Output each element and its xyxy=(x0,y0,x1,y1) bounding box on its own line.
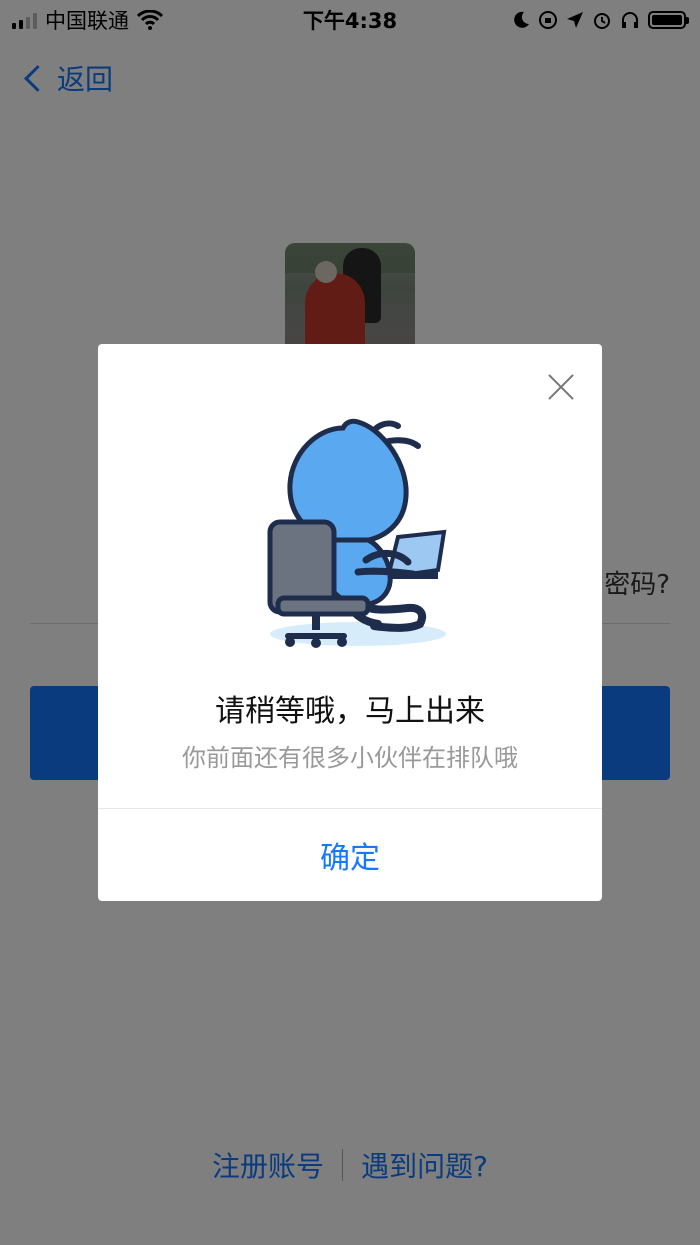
close-icon[interactable] xyxy=(546,372,576,402)
dialog-title: 请稍等哦，马上出来 xyxy=(215,694,485,729)
ant-mascot-illustration xyxy=(267,418,447,648)
confirm-button[interactable]: 确定 xyxy=(98,809,602,901)
wait-dialog: 请稍等哦，马上出来 你前面还有很多小伙伴在排队哦 确定 xyxy=(98,344,602,901)
dialog-subtitle: 你前面还有很多小伙伴在排队哦 xyxy=(182,744,518,772)
